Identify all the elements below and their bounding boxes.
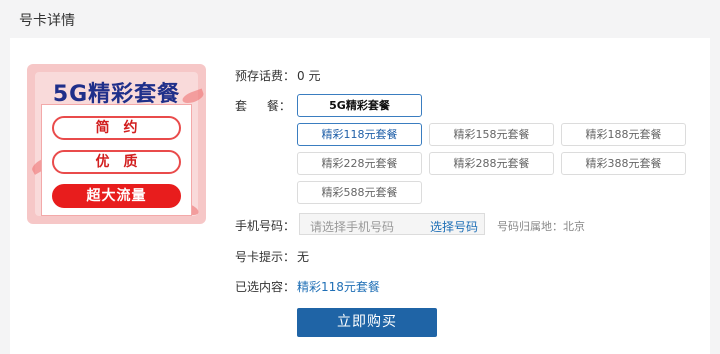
plan-option-388[interactable]: 精彩388元套餐 [561,152,686,175]
package-label: 套 餐： [235,99,291,113]
region-value: 北京 [563,220,585,233]
package-type-option[interactable]: 5G精彩套餐 [297,94,422,117]
promo-tag: 简约 [52,116,181,140]
plan-option-288[interactable]: 精彩288元套餐 [429,152,554,175]
region-info: 号码归属地：北京 [497,218,585,234]
selected-label: 已选内容： [235,280,296,294]
prepaid-label: 预存话费： [235,69,296,83]
promo-title: 5G精彩套餐 [52,82,181,107]
plan-option-118[interactable]: 精彩118元套餐 [297,123,422,146]
page-title: 号卡详情 [19,13,75,29]
plan-option-188[interactable]: 精彩188元套餐 [561,123,686,146]
page-header: 号卡详情 [0,0,720,38]
plan-option-158[interactable]: 精彩158元套餐 [429,123,554,146]
phone-number-field[interactable]: 请选择手机号码 选择号码 [299,213,485,235]
phone-placeholder: 请选择手机号码 [310,220,395,234]
region-label: 号码归属地： [497,220,563,233]
plan-option-588[interactable]: 精彩588元套餐 [297,181,422,204]
tip-value: 无 [297,250,310,264]
promo-tag-highlight: 超大流量 [52,184,181,208]
package-promo-image: 5G精彩套餐 简约 优质 超大流量 [27,64,206,224]
selected-value: 精彩118元套餐 [297,280,380,294]
select-number-link[interactable]: 选择号码 [430,218,478,235]
promo-tag: 优质 [52,150,181,174]
buy-now-button[interactable]: 立即购买 [297,308,437,337]
card-detail-panel: 5G精彩套餐 简约 优质 超大流量 预存话费： 0 元 套 餐： 5G精彩套餐 … [10,38,710,354]
prepaid-value: 0 元 [297,69,321,83]
plan-option-228[interactable]: 精彩228元套餐 [297,152,422,175]
tip-label: 号卡提示： [235,250,296,264]
phone-label: 手机号码： [235,219,296,233]
